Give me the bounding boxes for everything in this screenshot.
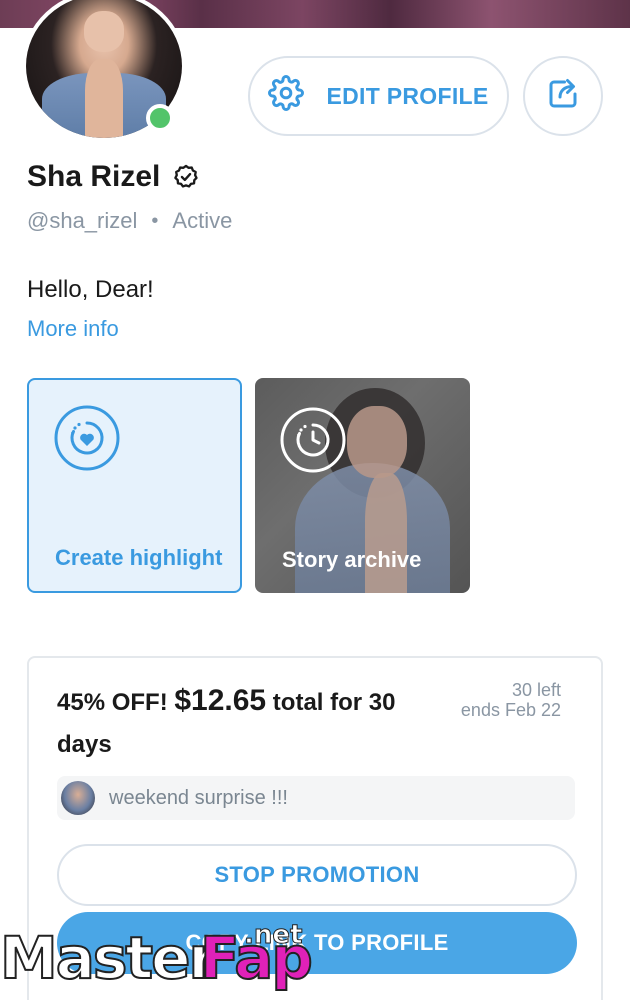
promotion-title: 45% OFF! $12.65 total for 30 days: [57, 680, 427, 766]
copy-link-label: COPY LINK TO PROFILE: [185, 930, 449, 955]
copy-link-button[interactable]: COPY LINK TO PROFILE: [57, 912, 577, 974]
edit-profile-button[interactable]: EDIT PROFILE: [248, 56, 509, 136]
promotion-price: $12.65: [174, 684, 267, 717]
promotion-remaining: 30 left: [511, 680, 561, 700]
profile-handle-row: @sha_rizel • Active: [27, 208, 232, 234]
edit-profile-label: EDIT PROFILE: [326, 82, 489, 109]
verified-badge-icon: [172, 163, 200, 191]
promotion-message-text: weekend surprise !!!: [109, 786, 288, 809]
message-avatar: [61, 781, 95, 815]
stop-promotion-label: STOP PROMOTION: [214, 862, 420, 887]
heart-circle-icon: [53, 404, 121, 472]
promotion-meta: 30 left ends Feb 22: [461, 680, 561, 720]
stop-promotion-button[interactable]: STOP PROMOTION: [57, 844, 577, 906]
create-highlight-card[interactable]: Create highlight: [27, 378, 242, 593]
more-info-link[interactable]: More info: [27, 316, 119, 342]
profile-handle: @sha_rizel: [27, 208, 138, 233]
profile-name: Sha Rizel: [27, 160, 161, 193]
story-archive-label: Story archive: [282, 547, 422, 572]
profile-name-row: Sha Rizel: [27, 160, 200, 194]
promotion-message: weekend surprise !!!: [57, 776, 575, 820]
share-button[interactable]: [523, 56, 603, 136]
clock-history-icon: [279, 406, 347, 474]
promotion-discount: 45% OFF!: [57, 689, 168, 716]
promotion-ends: ends Feb 22: [460, 700, 561, 720]
status-separator: •: [151, 209, 159, 232]
profile-page: EDIT PROFILE Sha Rizel @sha_rizel • Acti…: [0, 0, 630, 1000]
online-status-dot: [146, 104, 174, 132]
share-icon: [545, 76, 581, 117]
create-highlight-label: Create highlight: [55, 545, 223, 570]
profile-bio: Hello, Dear!: [27, 276, 154, 303]
promotion-card: 45% OFF! $12.65 total for 30 days 30 lef…: [27, 656, 603, 1000]
gear-icon: [268, 75, 305, 117]
profile-status: Active: [172, 208, 233, 233]
story-archive-card[interactable]: Story archive: [255, 378, 470, 593]
